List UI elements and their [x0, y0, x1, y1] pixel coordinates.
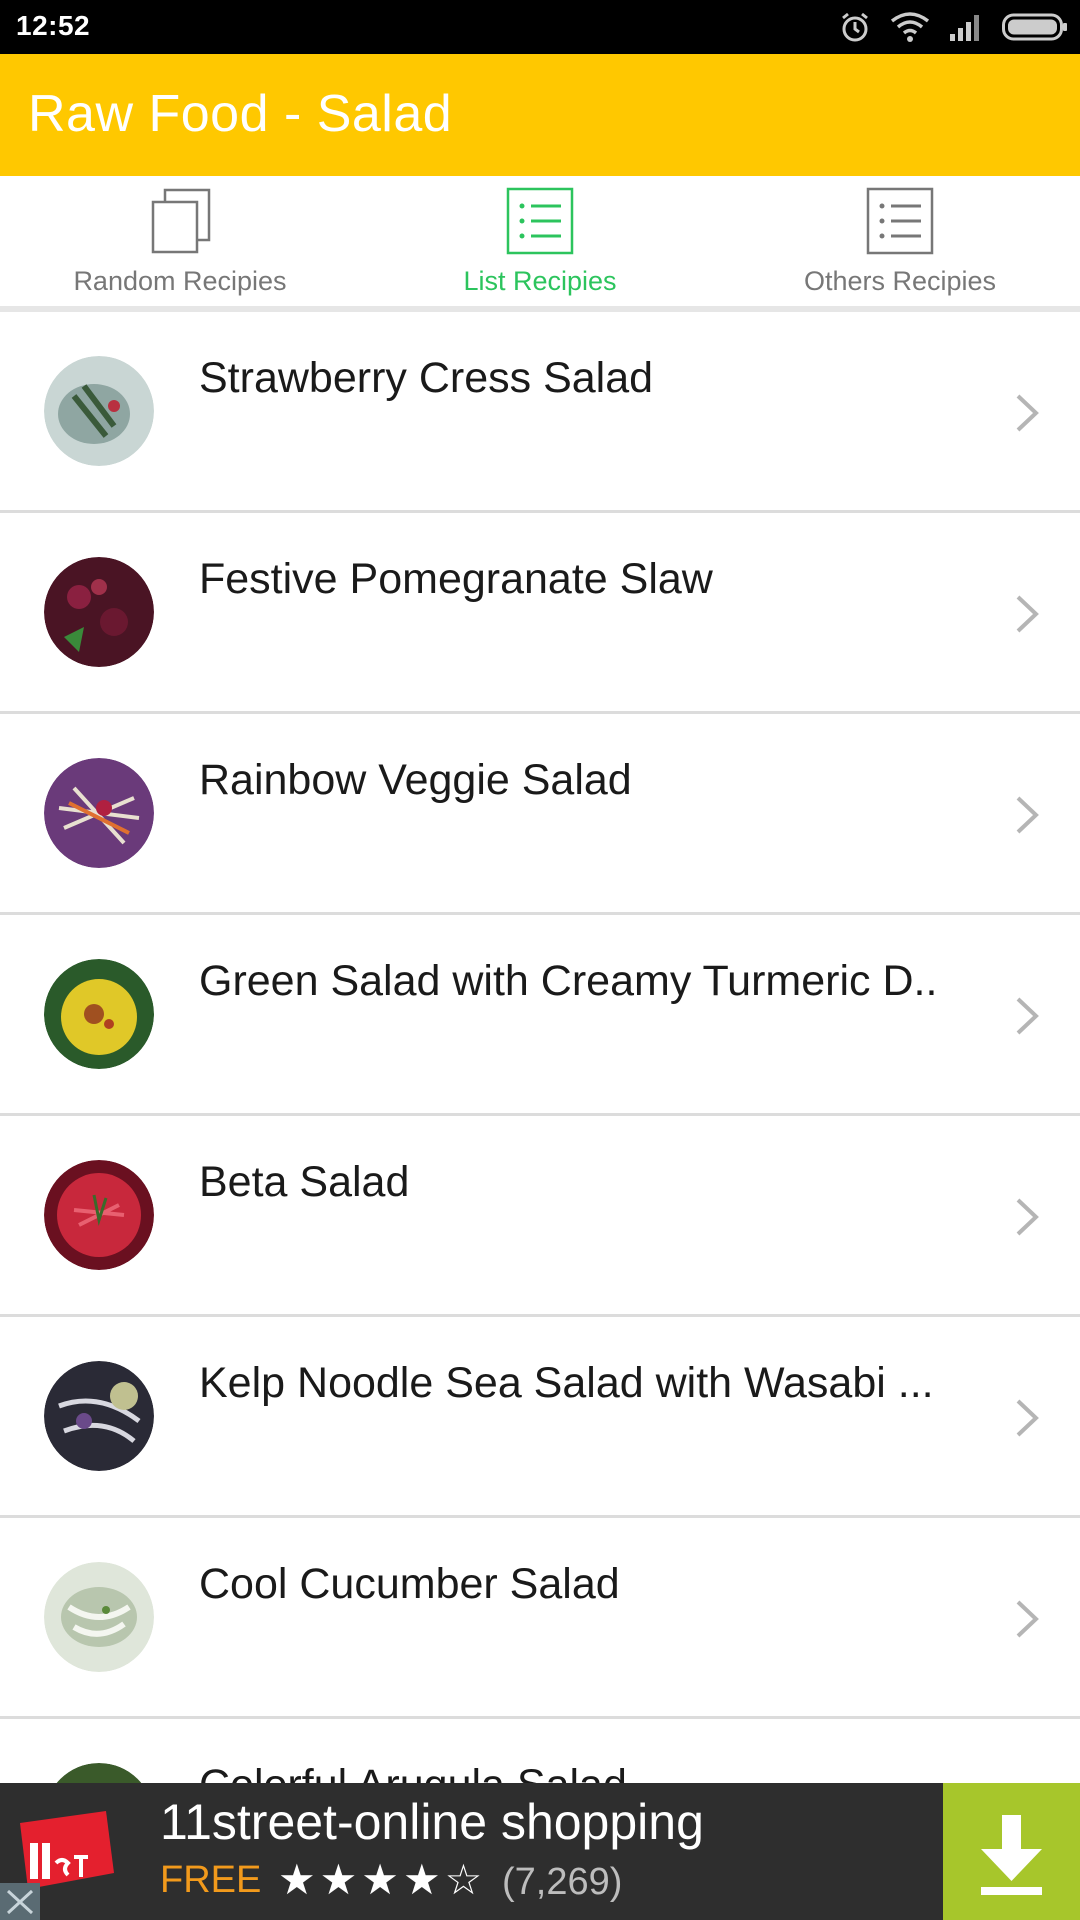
random-squares-icon — [151, 188, 211, 254]
ad-rating-stars: ★★★★☆ — [278, 1856, 487, 1903]
list-item[interactable]: Beta Salad — [0, 1116, 1080, 1317]
recipe-title: Rainbow Veggie Salad — [199, 756, 632, 804]
status-bar: 12:52 — [0, 0, 1080, 54]
wifi-icon — [890, 12, 930, 42]
list-item[interactable]: Kelp Noodle Sea Salad with Wasabi ... — [0, 1317, 1080, 1518]
recipe-title: Cool Cucumber Salad — [199, 1560, 620, 1608]
close-icon — [6, 1889, 34, 1915]
ad-title: 11street-online shopping — [160, 1794, 704, 1850]
chevron-right-icon — [1016, 394, 1039, 432]
recipe-title: Festive Pomegranate Slaw — [199, 555, 713, 603]
list-icon — [506, 187, 574, 255]
recipe-thumbnail — [44, 1160, 154, 1270]
list-item[interactable]: Colorful Arugula Salad — [0, 1719, 1080, 1783]
recipe-thumbnail — [56, 1763, 142, 1783]
list-item[interactable]: Strawberry Cress Salad — [0, 312, 1080, 513]
tab-label: List Recipies — [463, 266, 617, 296]
tab-bar: Random Recipies List Recipies Others Rec… — [0, 176, 1080, 312]
recipe-title: Beta Salad — [199, 1158, 410, 1206]
chevron-right-icon — [1016, 997, 1039, 1035]
recipe-thumbnail — [44, 1562, 154, 1672]
tab-random-recipies[interactable]: Random Recipies — [0, 176, 360, 312]
recipe-thumbnail — [44, 758, 154, 868]
ad-price: FREE — [160, 1859, 262, 1901]
recipe-title: Colorful Arugula Salad — [199, 1761, 939, 1783]
chevron-right-icon — [1016, 1198, 1039, 1236]
alarm-icon — [842, 12, 868, 42]
tab-list-recipies[interactable]: List Recipies — [360, 176, 720, 312]
recipe-title: Green Salad with Creamy Turmeric D.. — [199, 957, 938, 1005]
list-icon — [866, 187, 934, 255]
recipe-thumbnail — [44, 557, 154, 667]
ad-banner[interactable]: 11street-online shopping FREE ★★★★☆ (7,2… — [0, 1783, 1080, 1920]
list-item[interactable]: Festive Pomegranate Slaw — [0, 513, 1080, 714]
download-button[interactable] — [943, 1783, 1080, 1920]
recipe-thumbnail — [44, 1361, 154, 1471]
chevron-right-icon — [1016, 796, 1039, 834]
tab-label: Random Recipies — [73, 266, 287, 296]
status-time: 12:52 — [16, 10, 91, 41]
list-item[interactable]: Cool Cucumber Salad — [0, 1518, 1080, 1719]
recipe-list[interactable]: Strawberry Cress Salad Festive Pomegrana… — [0, 312, 1080, 1783]
ad-close-button[interactable] — [0, 1883, 40, 1920]
signal-icon — [950, 15, 979, 41]
recipe-thumbnail — [44, 959, 154, 1069]
download-icon — [981, 1815, 1042, 1895]
chevron-right-icon — [1016, 1399, 1039, 1437]
status-icons — [838, 8, 1068, 46]
tab-label: Others Recipies — [803, 266, 997, 296]
app-title: Raw Food - Salad — [28, 85, 453, 143]
chevron-right-icon — [1016, 1600, 1039, 1638]
ad-rating-count: (7,269) — [502, 1861, 623, 1903]
list-item[interactable]: Rainbow Veggie Salad — [0, 714, 1080, 915]
recipe-title: Strawberry Cress Salad — [199, 354, 654, 402]
tab-others-recipies[interactable]: Others Recipies — [720, 176, 1080, 312]
list-item[interactable]: Green Salad with Creamy Turmeric D.. — [0, 915, 1080, 1116]
battery-icon — [1002, 13, 1067, 41]
app-bar: Raw Food - Salad — [0, 54, 1080, 176]
recipe-title: Kelp Noodle Sea Salad with Wasabi ... — [199, 1359, 934, 1407]
chevron-right-icon — [1016, 595, 1039, 633]
recipe-thumbnail — [44, 356, 154, 466]
